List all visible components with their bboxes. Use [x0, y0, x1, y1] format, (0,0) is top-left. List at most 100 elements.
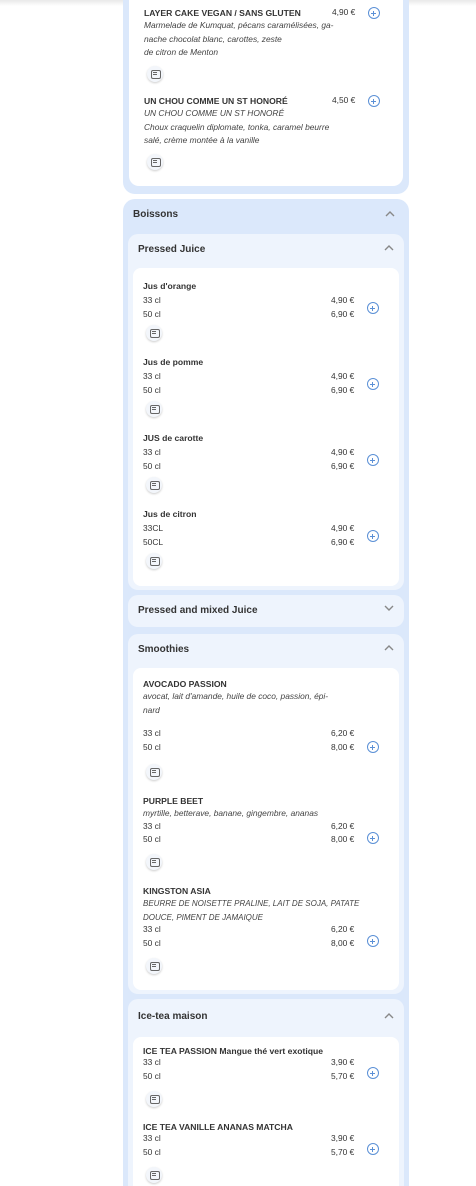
cakes-list: LAYER CAKE VEGAN / SANS GLUTEN Marmelade…: [129, 0, 403, 186]
size-label: 33 cl: [143, 295, 161, 305]
chevron-up-icon: [384, 244, 394, 251]
size-label: 50 cl: [143, 937, 161, 948]
size-price: 6,90 €: [331, 308, 355, 319]
category-title: Smoothies: [138, 644, 190, 655]
allergen-info-icon[interactable]: [146, 401, 162, 417]
size-price: 6,20 €: [331, 924, 355, 934]
size-price: 5,70 €: [331, 1146, 355, 1157]
menu-item: AVOCADO PASSION avocat, lait d'amande, h…: [143, 678, 389, 755]
size-price: 4,90 €: [331, 447, 355, 457]
category-header[interactable]: Pressed and mixed Juice: [128, 595, 404, 627]
add-to-cart-button[interactable]: [367, 454, 379, 466]
allergen-info-icon[interactable]: [147, 154, 163, 170]
item-description: nard: [143, 704, 160, 715]
size-price: 3,90 €: [331, 1057, 355, 1067]
category-items: ICE TEA PASSION Mangue thé vert exotique…: [133, 1037, 399, 1186]
size-label: 33 cl: [143, 820, 161, 831]
allergen-info-icon[interactable]: [147, 66, 163, 82]
add-to-cart-button[interactable]: [367, 1143, 379, 1155]
item-price: 4,90 €: [332, 7, 356, 17]
item-description: Choux craquelin diplomate, tonka, carame…: [144, 121, 330, 132]
menu-item: ICE TEA PASSION Mangue thé vert exotique…: [143, 1045, 389, 1084]
add-to-cart-button[interactable]: [367, 935, 379, 947]
allergen-info-icon[interactable]: [146, 1167, 162, 1183]
size-price: 5,70 €: [331, 1070, 355, 1081]
size-price: 3,90 €: [331, 1133, 355, 1143]
item-name: Jus d'orange: [143, 281, 197, 291]
item-price: 4,50 €: [332, 95, 356, 105]
item-name: KINGSTON ASIA: [143, 886, 211, 896]
add-to-cart-button[interactable]: [368, 7, 380, 19]
allergen-info-icon[interactable]: [146, 553, 162, 569]
size-price: 8,00 €: [331, 834, 355, 844]
category-ice-tea: Ice-tea maison ICE TEA PASSION Mangue th…: [128, 999, 404, 1186]
item-description: Marmelade de Kumquat, pécans caramélisée…: [144, 20, 334, 30]
size-label: 33 cl: [143, 447, 161, 457]
size-label: 50 cl: [143, 384, 161, 395]
category-smoothies: Smoothies AVOCADO PASSION avocat, lait d…: [128, 634, 404, 994]
menu-item: Jus d'orange 33 cl 4,90 € 50 cl 6,90 €: [143, 280, 389, 322]
allergen-info-icon[interactable]: [146, 854, 162, 870]
size-price: 8,00 €: [331, 937, 355, 948]
item-description: nache chocolat blanc, carottes, zeste: [144, 33, 282, 44]
size-price: 4,90 €: [331, 295, 355, 305]
category-title: Pressed and mixed Juice: [138, 605, 258, 616]
item-name: PURPLE BEET: [143, 796, 204, 806]
item-description: de citron de Menton: [144, 47, 219, 57]
add-to-cart-button[interactable]: [367, 302, 379, 314]
allergen-info-icon[interactable]: [146, 477, 162, 493]
size-label: 50 cl: [143, 834, 161, 844]
menu-item: Jus de pomme 33 cl 4,90 € 50 cl 6,90 €: [143, 356, 389, 398]
size-label: 50 cl: [143, 308, 161, 319]
category-items: Jus d'orange 33 cl 4,90 € 50 cl 6,90 € Jus…: [133, 268, 399, 586]
size-label: 33CL: [143, 523, 164, 533]
size-label: 50CL: [143, 536, 164, 547]
section-title: Boissons: [133, 209, 179, 220]
category-header[interactable]: Pressed Juice: [128, 234, 404, 266]
category-pressed-juice: Pressed Juice Jus d'orange 33 cl 4,90 € 5…: [128, 234, 404, 590]
size-price: 6,20 €: [331, 728, 355, 738]
add-to-cart-button[interactable]: [368, 95, 380, 107]
add-to-cart-button[interactable]: [367, 378, 379, 390]
size-price: 6,90 €: [331, 384, 355, 395]
item-description: avocat, lait d'amande, huile de coco, pa…: [143, 691, 329, 701]
size-price: 8,00 €: [331, 741, 355, 752]
size-label: 33 cl: [143, 1133, 161, 1143]
category-header[interactable]: Ice-tea maison: [128, 999, 404, 1035]
category-header[interactable]: Smoothies: [128, 634, 404, 666]
drinks-section: Boissons Pressed Juice Jus d'orange 33 c…: [123, 199, 409, 1186]
item-name: AVOCADO PASSION: [143, 679, 227, 689]
chevron-up-icon: [384, 1012, 394, 1019]
item-description: salé, crème montée à la vanille: [144, 135, 260, 145]
size-price: 4,90 €: [331, 523, 355, 533]
allergen-info-icon[interactable]: [146, 764, 162, 780]
menu-item: PURPLE BEET myrtille, betterave, banane,…: [143, 795, 389, 848]
allergen-info-icon[interactable]: [146, 1091, 162, 1107]
add-to-cart-button[interactable]: [367, 832, 379, 844]
section-header-boissons[interactable]: Boissons: [123, 199, 409, 233]
allergen-info-icon[interactable]: [146, 325, 162, 341]
item-name: ICE TEA VANILLE ANANAS MATCHA: [143, 1122, 293, 1132]
size-label: 33 cl: [143, 1057, 161, 1067]
item-name: JUS de carotte: [143, 433, 204, 443]
add-to-cart-button[interactable]: [367, 530, 379, 542]
category-title: Ice-tea maison: [138, 1011, 208, 1022]
size-label: 50 cl: [143, 1070, 161, 1081]
chevron-down-icon: [384, 605, 394, 612]
item-description: BEURRE DE NOISETTE PRALINE, LAIT DE SOJA…: [143, 899, 360, 908]
category-pressed-mixed-juice: Pressed and mixed Juice: [128, 595, 404, 627]
size-price: 4,90 €: [331, 371, 355, 381]
add-to-cart-button[interactable]: [367, 741, 379, 753]
add-to-cart-button[interactable]: [367, 1067, 379, 1079]
allergen-info-icon[interactable]: [146, 958, 162, 974]
menu-item: ICE TEA VANILLE ANANAS MATCHA 33 cl 3,90 …: [143, 1121, 389, 1160]
size-price: 6,90 €: [331, 536, 355, 547]
chevron-up-icon: [385, 210, 395, 217]
category-items: AVOCADO PASSION avocat, lait d'amande, h…: [133, 668, 399, 990]
category-title: Pressed Juice: [138, 244, 206, 255]
size-price: 6,90 €: [331, 460, 355, 471]
size-label: 50 cl: [143, 741, 161, 752]
size-label: 33 cl: [143, 728, 161, 738]
menu-item: JUS de carotte 33 cl 4,90 € 50 cl 6,90 €: [143, 432, 389, 474]
size-label: 50 cl: [143, 460, 161, 471]
